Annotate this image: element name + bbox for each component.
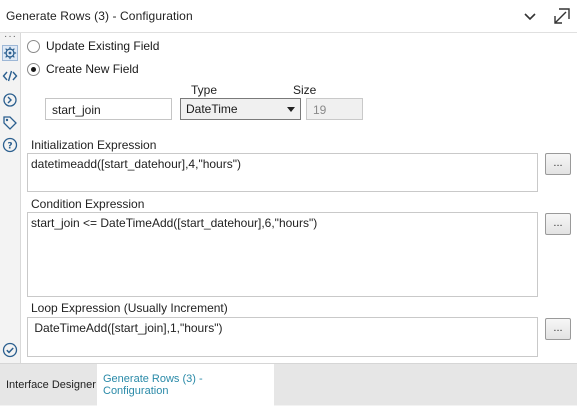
condition-expression-button[interactable]: ... bbox=[545, 213, 571, 235]
type-label: Type bbox=[191, 83, 218, 97]
check-circle-icon[interactable] bbox=[2, 342, 18, 358]
tag-icon[interactable] bbox=[2, 115, 18, 131]
update-existing-option[interactable]: Update Existing Field bbox=[27, 39, 159, 53]
condition-expression-label: Condition Expression bbox=[31, 197, 145, 211]
svg-text:?: ? bbox=[7, 142, 12, 152]
tab-interface-designer[interactable]: Interface Designer bbox=[0, 364, 102, 406]
connect-icon[interactable] bbox=[2, 92, 18, 108]
create-new-radio[interactable] bbox=[27, 62, 40, 76]
help-icon[interactable]: ? bbox=[2, 137, 18, 153]
more-dots-icon[interactable]: ··· bbox=[4, 32, 17, 42]
type-select[interactable]: DateTime bbox=[180, 98, 301, 120]
size-input: 19 bbox=[306, 98, 363, 120]
configuration-panel: Update Existing Field Create New Field T… bbox=[20, 33, 577, 363]
field-name-input[interactable]: start_join bbox=[45, 98, 172, 120]
update-existing-radio[interactable] bbox=[27, 39, 40, 53]
loop-expression-editor[interactable]: DateTimeAdd([start_join],1,"hours") bbox=[27, 317, 538, 357]
code-icon[interactable] bbox=[2, 68, 18, 84]
init-expression-label: Initialization Expression bbox=[31, 138, 157, 152]
init-expression-editor[interactable]: datetimeadd([start_datehour],4,"hours") bbox=[27, 153, 538, 192]
left-toolbar: ··· ? bbox=[0, 32, 20, 363]
chevron-down-icon[interactable] bbox=[521, 7, 539, 25]
condition-expression-editor[interactable]: start_join <= DateTimeAdd([start_datehou… bbox=[27, 212, 538, 297]
update-existing-label: Update Existing Field bbox=[46, 39, 160, 53]
type-select-value: DateTime bbox=[186, 102, 238, 116]
loop-expression-label: Loop Expression (Usually Increment) bbox=[31, 301, 228, 315]
window-title: Generate Rows (3) - Configuration bbox=[6, 9, 193, 23]
bottom-tab-bar: Interface Designer Generate Rows (3) - C… bbox=[0, 363, 577, 406]
dropdown-arrow-icon bbox=[287, 107, 295, 112]
create-new-option[interactable]: Create New Field bbox=[27, 62, 139, 76]
create-new-label: Create New Field bbox=[46, 62, 139, 76]
tab-generate-rows-configuration[interactable]: Generate Rows (3) - Configuration bbox=[97, 364, 274, 406]
loop-expression-button[interactable]: ... bbox=[545, 318, 571, 340]
gear-icon[interactable] bbox=[2, 45, 18, 61]
size-label: Size bbox=[293, 83, 317, 97]
init-expression-button[interactable]: ... bbox=[545, 153, 571, 175]
title-bar: Generate Rows (3) - Configuration bbox=[0, 0, 577, 33]
undock-icon[interactable] bbox=[553, 7, 571, 25]
